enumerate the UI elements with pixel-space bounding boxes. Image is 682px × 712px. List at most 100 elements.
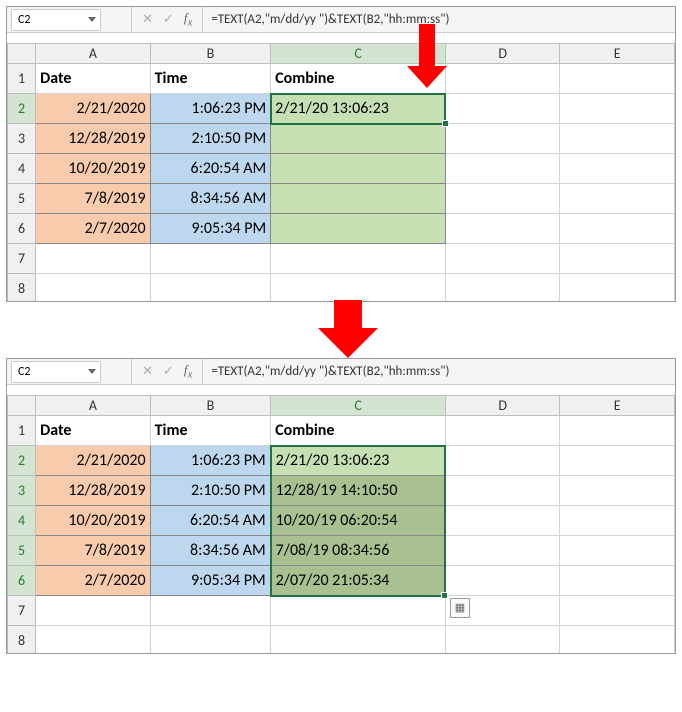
row-header[interactable]: 4: [8, 154, 36, 184]
name-box[interactable]: C2: [11, 9, 101, 31]
grid-area-bottom[interactable]: A B C D E 1 Date Time Combine 2 2/21/202…: [7, 395, 675, 653]
cell[interactable]: [150, 626, 271, 654]
cell[interactable]: [445, 536, 560, 566]
cell[interactable]: 2/07/20 21:05:34: [271, 566, 446, 596]
cell[interactable]: [271, 626, 446, 654]
active-cell[interactable]: 2/21/20 13:06:23: [271, 94, 446, 124]
row-header[interactable]: 5: [8, 536, 36, 566]
check-icon[interactable]: ✓: [163, 364, 174, 379]
cell[interactable]: [560, 184, 675, 214]
cell[interactable]: 9:05:34 PM: [150, 214, 271, 244]
row-header[interactable]: 8: [8, 274, 36, 302]
cell[interactable]: [445, 476, 560, 506]
check-icon[interactable]: ✓: [163, 12, 174, 27]
cell[interactable]: [560, 214, 675, 244]
fx-icon[interactable]: fx: [184, 362, 192, 381]
row-header[interactable]: 3: [8, 124, 36, 154]
row-header[interactable]: 3: [8, 476, 36, 506]
cell[interactable]: 2:10:50 PM: [150, 124, 271, 154]
cell[interactable]: 1:06:23 PM: [150, 446, 271, 476]
cell[interactable]: 2/7/2020: [36, 214, 151, 244]
col-header-C[interactable]: C: [271, 396, 446, 416]
cell[interactable]: [271, 214, 446, 244]
row-header[interactable]: 1: [8, 64, 36, 94]
cell[interactable]: [560, 274, 675, 302]
cell[interactable]: [271, 596, 446, 626]
cell[interactable]: [36, 626, 151, 654]
cell[interactable]: 2/21/2020: [36, 94, 151, 124]
cell[interactable]: [36, 596, 151, 626]
cell[interactable]: 2/7/2020: [36, 566, 151, 596]
cell[interactable]: [560, 476, 675, 506]
cell[interactable]: [445, 64, 560, 94]
row-header[interactable]: 2: [8, 94, 36, 124]
row-header[interactable]: 5: [8, 184, 36, 214]
col-header-B[interactable]: B: [150, 396, 271, 416]
col-header-E[interactable]: E: [560, 44, 675, 64]
cell[interactable]: [150, 274, 271, 302]
cancel-icon[interactable]: ✕: [142, 12, 153, 27]
cell[interactable]: [271, 184, 446, 214]
cell[interactable]: 2:10:50 PM: [150, 476, 271, 506]
cell[interactable]: [560, 154, 675, 184]
col-header-A[interactable]: A: [36, 396, 151, 416]
cell[interactable]: [36, 244, 151, 274]
cancel-icon[interactable]: ✕: [142, 364, 153, 379]
cell[interactable]: [560, 596, 675, 626]
cell[interactable]: [560, 536, 675, 566]
cell[interactable]: Time: [150, 416, 271, 446]
col-header-E[interactable]: E: [560, 396, 675, 416]
cell[interactable]: 7/8/2019: [36, 184, 151, 214]
cell[interactable]: 12/28/2019: [36, 124, 151, 154]
grid-area-top[interactable]: A B C D E 1 Date Time Combine 2 2/21/202…: [7, 43, 675, 301]
cell[interactable]: [560, 124, 675, 154]
name-box[interactable]: C2: [11, 361, 101, 383]
row-header[interactable]: 8: [8, 626, 36, 654]
cell[interactable]: [445, 416, 560, 446]
cell[interactable]: [445, 124, 560, 154]
cell[interactable]: 12/28/2019: [36, 476, 151, 506]
cell[interactable]: [560, 506, 675, 536]
dropdown-icon[interactable]: [88, 369, 96, 374]
fill-handle[interactable]: [442, 120, 449, 127]
col-header-D[interactable]: D: [445, 396, 560, 416]
cell[interactable]: 10/20/2019: [36, 506, 151, 536]
cell[interactable]: 10/20/19 06:20:54: [271, 506, 446, 536]
cell[interactable]: [150, 244, 271, 274]
row-header[interactable]: 2: [8, 446, 36, 476]
cell[interactable]: [560, 566, 675, 596]
cell[interactable]: Time: [150, 64, 271, 94]
cell[interactable]: 9:05:34 PM: [150, 566, 271, 596]
cell[interactable]: [445, 446, 560, 476]
cell[interactable]: [445, 274, 560, 302]
formula-input[interactable]: =TEXT(A2,"m/dd/yy ")&TEXT(B2,"hh:mm:ss"): [203, 364, 675, 379]
cell[interactable]: 12/28/19 14:10:50: [271, 476, 446, 506]
cell[interactable]: 7/08/19 08:34:56: [271, 536, 446, 566]
cell[interactable]: 10/20/2019: [36, 154, 151, 184]
cell[interactable]: Date: [36, 416, 151, 446]
cell[interactable]: 6:20:54 AM: [150, 154, 271, 184]
cell[interactable]: [445, 154, 560, 184]
cell[interactable]: [560, 416, 675, 446]
col-header-B[interactable]: B: [150, 44, 271, 64]
cell[interactable]: [560, 244, 675, 274]
cell[interactable]: [445, 506, 560, 536]
cell[interactable]: [560, 64, 675, 94]
cell[interactable]: ▦: [445, 596, 560, 626]
cell[interactable]: [271, 244, 446, 274]
cell[interactable]: [150, 596, 271, 626]
cell[interactable]: [445, 94, 560, 124]
cell[interactable]: [445, 566, 560, 596]
cell[interactable]: [271, 124, 446, 154]
spreadsheet-grid[interactable]: A B C D E 1 Date Time Combine 2 2/21/202…: [7, 43, 675, 301]
row-header[interactable]: 4: [8, 506, 36, 536]
cell[interactable]: [271, 154, 446, 184]
cell[interactable]: [445, 626, 560, 654]
autofill-options-icon[interactable]: ▦: [450, 598, 470, 618]
cell[interactable]: [271, 274, 446, 302]
row-header[interactable]: 1: [8, 416, 36, 446]
cell[interactable]: 2/21/20 13:06:23: [271, 446, 446, 476]
cell[interactable]: [560, 446, 675, 476]
row-header[interactable]: 7: [8, 244, 36, 274]
cell[interactable]: 2/21/2020: [36, 446, 151, 476]
